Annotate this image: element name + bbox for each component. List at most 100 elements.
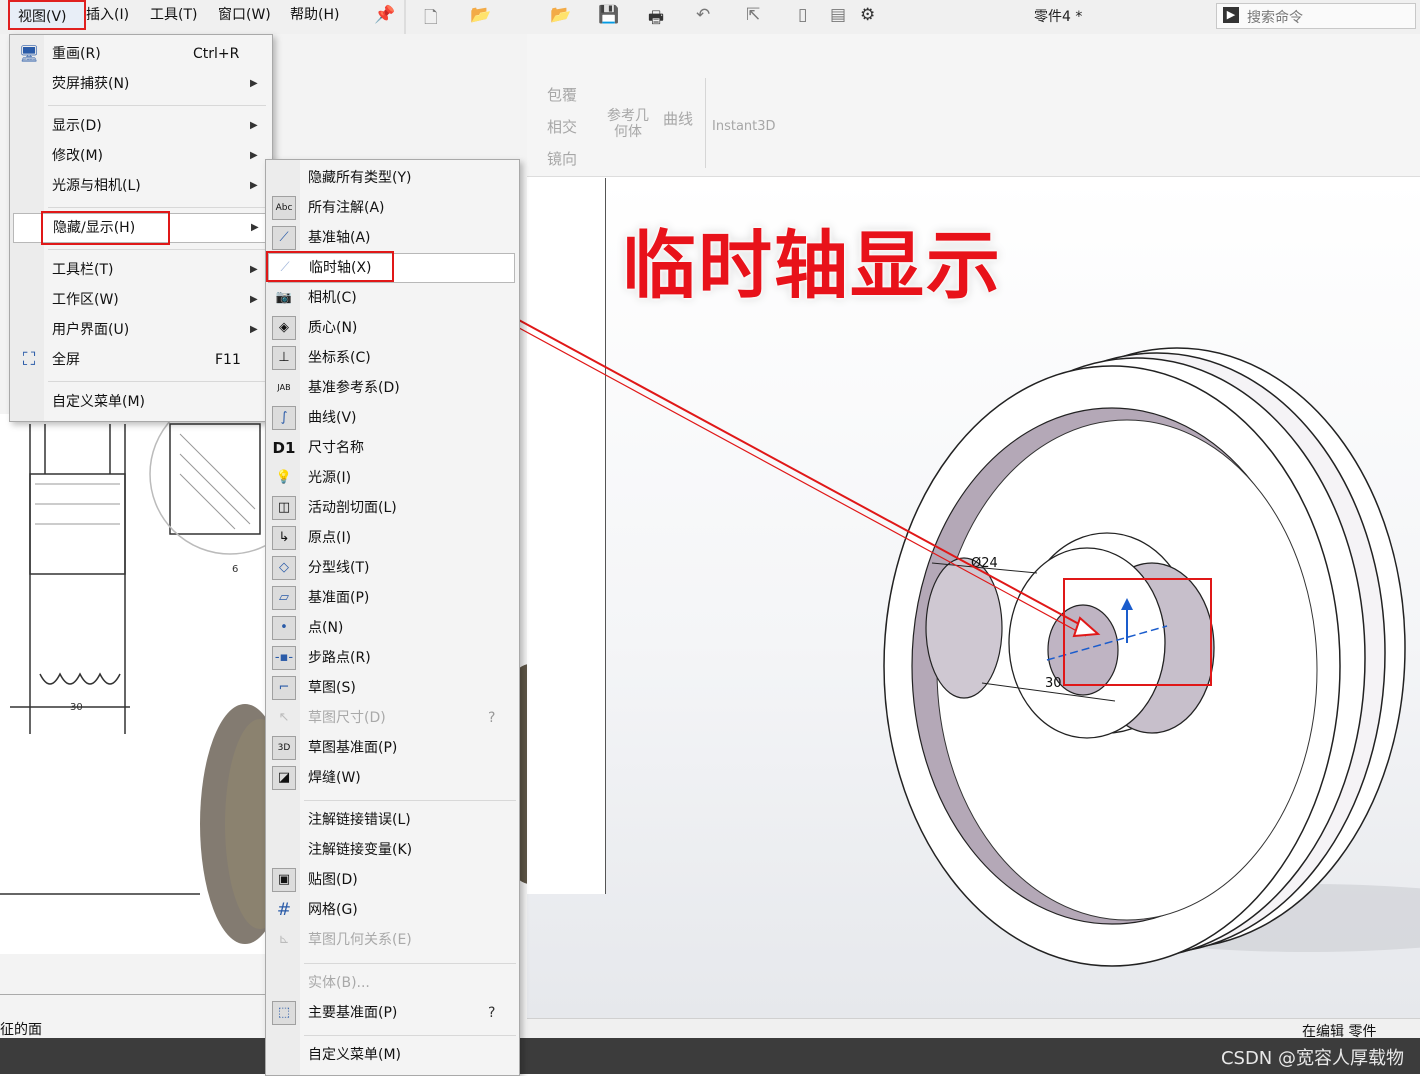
- menu-item-points[interactable]: • 点(N): [266, 613, 519, 643]
- coordinate-system-icon: ⊥: [272, 346, 296, 370]
- watermark-text: CSDN @宽容人厚载物: [1220, 1048, 1404, 1069]
- menu-item-label: 点(N): [308, 620, 344, 636]
- annotation-icon: Abc: [272, 196, 296, 220]
- sketch-relations-icon: ⊾: [278, 932, 290, 947]
- help-icon[interactable]: ?: [488, 998, 495, 1028]
- origin-icon: ↳: [272, 526, 296, 550]
- menu-item-label: 光源(I): [308, 470, 352, 486]
- menu-separator: [304, 963, 516, 964]
- redraw-icon: 🖥: [18, 44, 40, 63]
- menu-item-display[interactable]: 显示(D) ▶: [10, 111, 272, 141]
- menu-item-fullscreen[interactable]: ⛶ 全屏 F11: [10, 345, 272, 375]
- menu-item-label: 基准面(P): [308, 590, 370, 606]
- menu-separator: [304, 1035, 516, 1036]
- menu-item-label: 注解链接错误(L): [308, 812, 411, 828]
- menu-item-lights[interactable]: 💡 光源(I): [266, 463, 519, 493]
- center-of-mass-icon: ◈: [272, 316, 296, 340]
- menu-item-redraw[interactable]: 🖥 重画(R) Ctrl+R: [10, 39, 272, 69]
- menu-separator: [48, 105, 266, 106]
- highlight-box-temp-axis: [266, 251, 394, 282]
- sketch-plane-icon: 3D: [272, 736, 296, 760]
- submenu-arrow-icon: ▶: [250, 180, 258, 191]
- menu-item-label: 工具栏(T): [52, 262, 114, 278]
- menu-item-live-section-planes[interactable]: ◫ 活动剖切面(L): [266, 493, 519, 523]
- submenu-arrow-icon: ▶: [251, 222, 259, 233]
- menu-item-label: 焊缝(W): [308, 770, 361, 786]
- submenu-arrow-icon: ▶: [250, 78, 258, 89]
- menu-item-annotation-link-errors[interactable]: 注解链接错误(L): [266, 805, 519, 835]
- menu-item-toolbars[interactable]: 工具栏(T) ▶: [10, 255, 272, 285]
- parting-line-icon: ◇: [272, 556, 296, 580]
- menu-item-label: 主要基准面(P): [308, 1005, 398, 1021]
- menu-item-sketch-planes[interactable]: 3D 草图基准面(P): [266, 733, 519, 763]
- camera-icon: 📷: [275, 290, 293, 305]
- menu-item-customize-menu[interactable]: 自定义菜单(M): [266, 1040, 519, 1070]
- submenu-arrow-icon: ▶: [250, 120, 258, 131]
- menu-separator: [304, 800, 516, 801]
- hide-show-submenu: 隐藏所有类型(Y) Abc 所有注解(A) ⟋ 基准轴(A) ⟋ 临时轴(X) …: [265, 159, 520, 1076]
- menu-item-datum-reference[interactable]: JAB 基准参考系(D): [266, 373, 519, 403]
- menu-item-workspace[interactable]: 工作区(W) ▶: [10, 285, 272, 315]
- highlight-box-hide-show: [41, 211, 170, 245]
- route-point-icon: -▪-: [272, 646, 296, 670]
- decal-icon: ▣: [272, 868, 296, 892]
- menu-item-label: 坐标系(C): [308, 350, 371, 366]
- submenu-arrow-icon: ▶: [250, 324, 258, 335]
- menu-item-label: 草图(S): [308, 680, 356, 696]
- menu-item-sketch-dimensions: ↖ 草图尺寸(D) ?: [266, 703, 519, 733]
- menu-item-cameras[interactable]: 📷 相机(C): [266, 283, 519, 313]
- menu-item-customize-menu[interactable]: 自定义菜单(M): [10, 387, 272, 417]
- menu-item-label: 曲线(V): [308, 410, 357, 426]
- datum-reference-icon: JAB: [277, 383, 291, 392]
- weld-icon: ◪: [272, 766, 296, 790]
- menu-item-label: 隐藏所有类型(Y): [308, 170, 412, 186]
- menu-item-parting-lines[interactable]: ◇ 分型线(T): [266, 553, 519, 583]
- shortcut-label: Ctrl+R: [193, 46, 240, 62]
- menu-item-lights-cameras[interactable]: 光源与相机(L) ▶: [10, 171, 272, 201]
- fullscreen-icon: ⛶: [22, 349, 36, 370]
- menu-item-label: 自定义菜单(M): [308, 1047, 402, 1063]
- menu-item-label: 分型线(T): [308, 560, 370, 576]
- section-plane-icon: ◫: [272, 496, 296, 520]
- menu-item-route-points[interactable]: -▪- 步路点(R): [266, 643, 519, 673]
- menu-item-label: 步路点(R): [308, 650, 371, 666]
- menu-item-primary-planes[interactable]: ⬚ 主要基准面(P) ?: [266, 998, 519, 1028]
- menu-item-center-of-mass[interactable]: ◈ 质心(N): [266, 313, 519, 343]
- menu-item-planes[interactable]: ▱ 基准面(P): [266, 583, 519, 613]
- menu-item-label: 草图尺寸(D): [308, 710, 386, 726]
- menu-item-label: 草图基准面(P): [308, 740, 398, 756]
- menu-item-dimension-names[interactable]: D1 尺寸名称: [266, 433, 519, 463]
- menu-separator: [48, 249, 266, 250]
- menu-item-sketch-relations: ⊾ 草图几何关系(E): [266, 925, 519, 955]
- menu-item-welds[interactable]: ◪ 焊缝(W): [266, 763, 519, 793]
- menu-item-label: 基准轴(A): [308, 230, 371, 246]
- menu-item-hide-all-types[interactable]: 隐藏所有类型(Y): [266, 163, 519, 193]
- menu-item-label: 用户界面(U): [52, 322, 130, 338]
- menu-item-grid[interactable]: # 网格(G): [266, 895, 519, 925]
- menu-separator: [48, 207, 266, 208]
- menu-item-label: 光源与相机(L): [52, 178, 141, 194]
- menu-item-origins[interactable]: ↳ 原点(I): [266, 523, 519, 553]
- menu-item-screen-capture[interactable]: 荧屏捕获(N) ▶: [10, 69, 272, 99]
- menu-item-decals[interactable]: ▣ 贴图(D): [266, 865, 519, 895]
- submenu-arrow-icon: ▶: [250, 150, 258, 161]
- menu-item-curves[interactable]: ∫ 曲线(V): [266, 403, 519, 433]
- view-menu-dropdown: 🖥 重画(R) Ctrl+R 荧屏捕获(N) ▶ 显示(D) ▶ 修改(M) ▶…: [9, 34, 273, 422]
- menu-item-modify[interactable]: 修改(M) ▶: [10, 141, 272, 171]
- submenu-arrow-icon: ▶: [250, 264, 258, 275]
- menu-item-label: 网格(G): [308, 902, 358, 918]
- menu-item-label: 草图几何关系(E): [308, 932, 412, 948]
- menu-item-axes[interactable]: ⟋ 基准轴(A): [266, 223, 519, 253]
- grid-icon: #: [276, 900, 292, 920]
- dimension-name-icon: D1: [272, 439, 296, 457]
- menu-item-user-interface[interactable]: 用户界面(U) ▶: [10, 315, 272, 345]
- menu-item-label: 质心(N): [308, 320, 358, 336]
- menu-item-label: 荧屏捕获(N): [52, 76, 130, 92]
- menu-item-label: 原点(I): [308, 530, 352, 546]
- menu-item-annotation-link-variables[interactable]: 注解链接变量(K): [266, 835, 519, 865]
- menu-item-all-annotations[interactable]: Abc 所有注解(A): [266, 193, 519, 223]
- menu-item-label: 尺寸名称: [308, 440, 364, 456]
- axis-icon: ⟋: [272, 226, 296, 250]
- menu-item-coordinate-systems[interactable]: ⊥ 坐标系(C): [266, 343, 519, 373]
- menu-item-sketches[interactable]: ⌐ 草图(S): [266, 673, 519, 703]
